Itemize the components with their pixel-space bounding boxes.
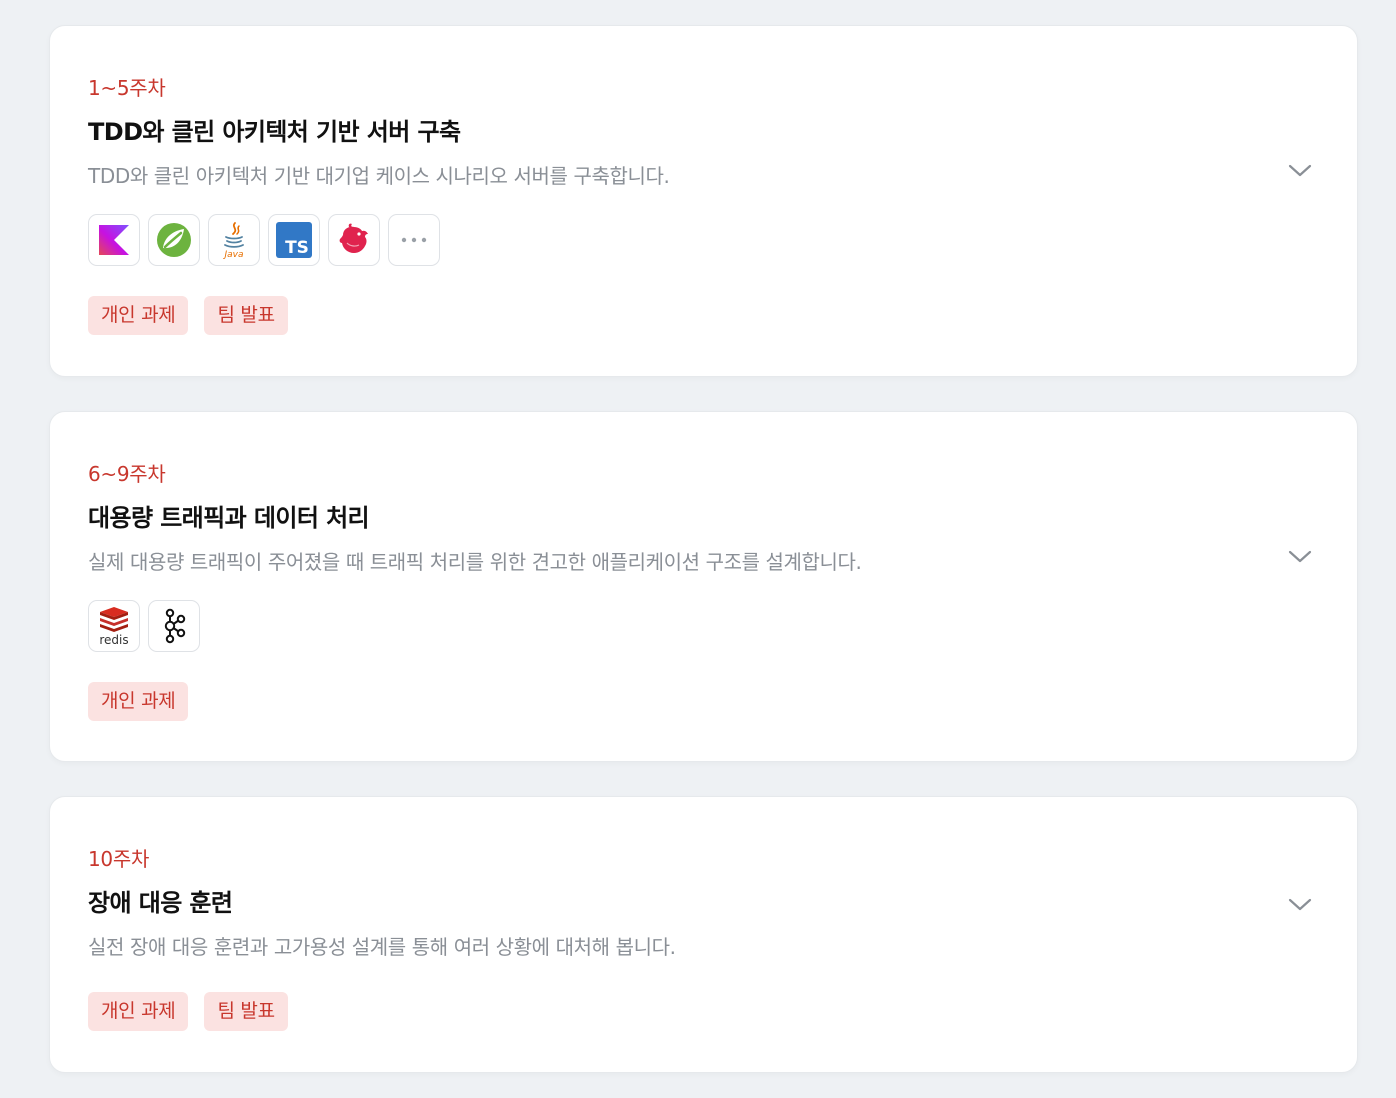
course-title: 장애 대응 훈련 (88, 889, 233, 917)
kafka-icon (148, 600, 200, 652)
chevron-down-icon[interactable] (1287, 162, 1313, 180)
tech-stack: redis (88, 600, 200, 652)
chevron-down-icon[interactable] (1287, 548, 1313, 566)
course-description: 실제 대용량 트래픽이 주어졌을 때 트래픽 처리를 위한 견고한 애플리케이션… (88, 550, 862, 574)
course-title: 대용량 트래픽과 데이터 처리 (88, 504, 370, 532)
nestjs-icon (328, 214, 380, 266)
week-label: 6~9주차 (88, 462, 166, 486)
tag-list: 개인 과제 팀 발표 (88, 992, 288, 1031)
tag-individual-assignment: 개인 과제 (88, 296, 189, 335)
tag-team-presentation: 팀 발표 (204, 296, 288, 335)
tag-individual-assignment: 개인 과제 (88, 992, 189, 1031)
tag-team-presentation: 팀 발표 (204, 992, 288, 1031)
week-label: 1~5주차 (88, 76, 166, 100)
tech-stack: Java TS (88, 214, 440, 266)
redis-icon: redis (88, 600, 140, 652)
tag-individual-assignment: 개인 과제 (88, 682, 189, 721)
tag-list: 개인 과제 (88, 682, 189, 721)
course-title: TDD와 클린 아키텍처 기반 서버 구축 (88, 118, 461, 146)
redis-label: redis (99, 633, 128, 647)
course-card-3[interactable]: 10주차 장애 대응 훈련 실전 장애 대응 훈련과 고가용성 설계를 통해 여… (49, 796, 1358, 1073)
kotlin-icon (88, 214, 140, 266)
java-label: Java (222, 250, 243, 260)
ts-label: TS (285, 238, 309, 258)
more-icon[interactable] (388, 214, 440, 266)
tag-list: 개인 과제 팀 발표 (88, 296, 288, 335)
week-label: 10주차 (88, 847, 150, 871)
course-description: 실전 장애 대응 훈련과 고가용성 설계를 통해 여러 상황에 대처해 봅니다. (88, 935, 676, 959)
typescript-icon: TS (268, 214, 320, 266)
course-description: TDD와 클린 아키텍처 기반 대기업 케이스 시나리오 서버를 구축합니다. (88, 164, 670, 188)
java-icon: Java (208, 214, 260, 266)
course-card-1[interactable]: 1~5주차 TDD와 클린 아키텍처 기반 서버 구축 TDD와 클린 아키텍처… (49, 25, 1358, 377)
spring-icon (148, 214, 200, 266)
chevron-down-icon[interactable] (1287, 896, 1313, 914)
course-card-2[interactable]: 6~9주차 대용량 트래픽과 데이터 처리 실제 대용량 트래픽이 주어졌을 때… (49, 411, 1358, 762)
